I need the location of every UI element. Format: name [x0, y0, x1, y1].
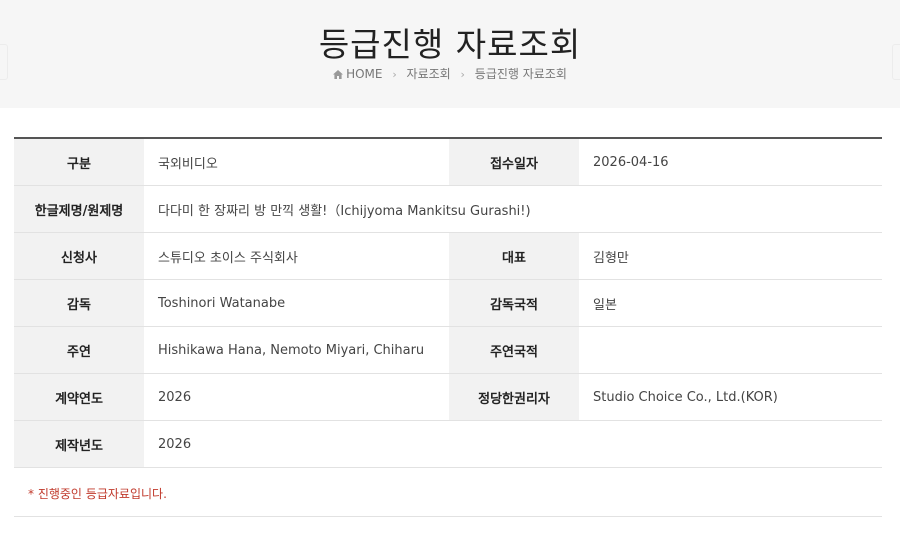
breadcrumb-rating-progress[interactable]: 등급진행 자료조회: [475, 67, 567, 81]
table-row: 구분 국외비디오 접수일자 2026-04-16: [14, 138, 882, 186]
table-row: 감독 Toshinori Watanabe 감독국적 일본: [14, 279, 882, 327]
table-row: 계약연도 2026 정당한권리자 Studio Choice Co., Ltd.…: [14, 373, 882, 421]
breadcrumb-home[interactable]: HOME: [333, 67, 386, 81]
breadcrumb-home-label: HOME: [346, 67, 383, 81]
in-progress-notice: * 진행중인 등급자료입니다.: [28, 487, 167, 501]
breadcrumb: HOME › 자료조회 › 등급진행 자료조회: [0, 65, 900, 82]
table-row: 주연 Hishikawa Hana, Nemoto Miyari, Chihar…: [14, 326, 882, 374]
title-label: 한글제명/원제명: [14, 185, 144, 233]
breadcrumb-data-lookup[interactable]: 자료조회: [407, 67, 451, 81]
divider: [14, 516, 882, 517]
cast-country-value: [579, 326, 882, 374]
cast-country-label: 주연국적: [449, 326, 579, 374]
contract-year-label: 계약연도: [14, 373, 144, 421]
home-icon: [333, 70, 344, 79]
director-country-value: 일본: [579, 279, 882, 327]
director-value: Toshinori Watanabe: [144, 279, 449, 327]
cast-label: 주연: [14, 326, 144, 374]
category-value: 국외비디오: [144, 138, 449, 186]
production-year-label: 제작년도: [14, 420, 144, 468]
rating-info-table: 구분 국외비디오 접수일자 2026-04-16 한글제명/원제명 다다미 한 …: [14, 137, 882, 468]
page-title: 등급진행 자료조회: [318, 25, 582, 64]
representative-value: 김형만: [579, 232, 882, 280]
contract-year-value: 2026: [144, 373, 449, 421]
director-country-label: 감독국적: [449, 279, 579, 327]
table-row: 한글제명/원제명 다다미 한 장짜리 방 만끽 생활!（Ichijyoma Ma…: [14, 185, 882, 233]
title-value: 다다미 한 장짜리 방 만끽 생활!（Ichijyoma Mankitsu Gu…: [144, 185, 882, 233]
rights-holder-label: 정당한권리자: [449, 373, 579, 421]
received-date-label: 접수일자: [449, 138, 579, 186]
page-header: 등급진행 자료조회 HOME › 자료조회 › 등급진행 자료조회: [0, 0, 900, 108]
table-row: 신청사 스튜디오 초이스 주식회사 대표 김형만: [14, 232, 882, 280]
cast-value: Hishikawa Hana, Nemoto Miyari, Chiharu: [144, 326, 449, 374]
representative-label: 대표: [449, 232, 579, 280]
applicant-value: 스튜디오 초이스 주식회사: [144, 232, 449, 280]
chevron-right-icon: ›: [460, 68, 465, 81]
director-label: 감독: [14, 279, 144, 327]
production-year-value: 2026: [144, 420, 882, 468]
applicant-label: 신청사: [14, 232, 144, 280]
received-date-value: 2026-04-16: [579, 138, 882, 186]
chevron-right-icon: ›: [392, 68, 397, 81]
table-row: 제작년도 2026: [14, 420, 882, 468]
rights-holder-value: Studio Choice Co., Ltd.(KOR): [579, 373, 882, 421]
category-label: 구분: [14, 138, 144, 186]
